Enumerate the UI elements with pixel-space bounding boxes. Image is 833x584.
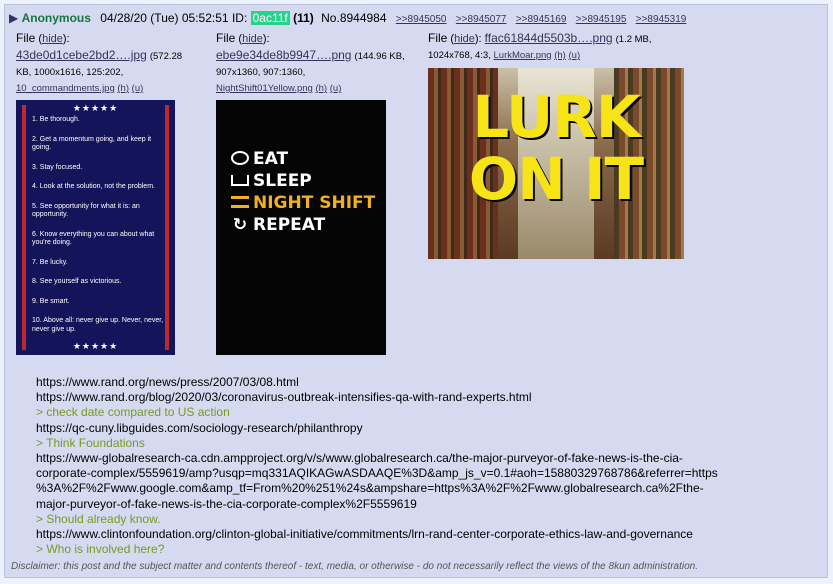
- post: ▶ Anonymous 04/28/20 (Tue) 05:52:51 ID: …: [4, 4, 828, 578]
- disclaimer: Disclaimer: this post and the subject ma…: [11, 561, 698, 572]
- file-size: (144.96 KB,: [354, 51, 405, 62]
- file-dimensions: 1024x768, 4:3,: [428, 50, 491, 61]
- backlink[interactable]: >>8945077: [456, 14, 507, 25]
- post-header: ▶ Anonymous 04/28/20 (Tue) 05:52:51 ID: …: [9, 11, 686, 25]
- line-repeat: REPEAT: [253, 215, 326, 235]
- body-line-link: https://www.rand.org/news/press/2007/03/…: [36, 375, 299, 389]
- greentext-line: > Should already know.: [36, 511, 161, 526]
- file-label: File: [216, 31, 236, 45]
- body-line-link: %3A%2F%2Fwww.google.com&amp_tf=From%20%2…: [36, 481, 704, 496]
- post-datetime: 04/28/20 (Tue) 05:52:51: [100, 11, 229, 25]
- body-line-link: major-purveyor-of-fake-news-is-the-cia-c…: [36, 496, 417, 511]
- post-menu-arrow-icon[interactable]: ▶: [9, 11, 18, 25]
- night-shift-text: EAT SLEEP NIGHT SHIFT ↻ REPEAT: [231, 148, 375, 236]
- poster-name: Anonymous: [21, 11, 91, 25]
- backlink[interactable]: >>8945319: [636, 14, 687, 25]
- u-link[interactable]: (u): [569, 50, 581, 61]
- file-label: File: [428, 31, 448, 45]
- thumbnail-night-shift[interactable]: EAT SLEEP NIGHT SHIFT ↻ REPEAT: [216, 100, 386, 355]
- post-number[interactable]: No.8944984: [321, 11, 386, 25]
- hide-link[interactable]: hide: [454, 33, 475, 45]
- commandment-item: 8. See yourself as victorious.: [32, 278, 122, 285]
- h-link[interactable]: (h): [117, 83, 129, 94]
- greentext-line: > Think Foundations: [36, 435, 145, 450]
- lurk-line: LURK: [472, 83, 641, 151]
- file-size: (572.28: [149, 51, 183, 62]
- commandment-item: 7. Be lucky.: [32, 258, 68, 266]
- original-filename-link[interactable]: NightShift01Yellow.png: [216, 83, 313, 94]
- backlink[interactable]: >>8945169: [516, 14, 567, 25]
- file-dimensions: 907x1360, 907:1360,: [216, 67, 306, 78]
- body-line-link: https://www.clintonfoundation.org/clinto…: [36, 527, 693, 542]
- line-eat: EAT: [253, 149, 289, 169]
- id-label: ID:: [231, 11, 248, 25]
- thumbnail-lurk-on-it[interactable]: LURK ON IT: [428, 68, 684, 259]
- commandment-item: 5. See opportunity for what it is: an op…: [32, 202, 140, 219]
- file-name-link[interactable]: ffac61844d5503b….png: [485, 31, 613, 45]
- thumbnail-10-commandments[interactable]: ★★★★★ ★★★★★ 1. Be thorough. 2. Get a mom…: [16, 100, 175, 355]
- original-filename-link[interactable]: 10_commandments.jpg: [16, 83, 115, 94]
- commandment-item: 6. Know everything you can about what yo…: [32, 230, 155, 247]
- greentext-line: > check date compared to US action: [36, 405, 230, 420]
- on-it-line: ON IT: [468, 145, 644, 213]
- h-link[interactable]: (h): [315, 83, 327, 94]
- commandment-item: 9. Be smart.: [32, 297, 70, 305]
- commandment-item: 3. Stay focused.: [32, 163, 83, 171]
- stars-bottom: ★★★★★: [72, 341, 119, 351]
- plate-icon: [231, 151, 249, 165]
- body-line-link: https://qc-cuny.libguides.com/sociology-…: [36, 420, 363, 435]
- poster-id[interactable]: 0ac11f: [250, 11, 290, 25]
- file-dimensions: KB, 1000x1616, 125:202,: [16, 67, 124, 78]
- backlink[interactable]: >>8945050: [396, 14, 447, 25]
- u-link[interactable]: (u): [132, 83, 144, 94]
- original-filename-link[interactable]: LurkMoar.png: [494, 50, 552, 61]
- hide-link[interactable]: hide: [42, 33, 63, 45]
- body-line-link: corporate-complex/5559619/amp?usqp=mq331…: [36, 466, 718, 481]
- file-size: (1.2 MB,: [615, 34, 652, 45]
- backlink[interactable]: >>8945195: [576, 14, 627, 25]
- commandment-item: 4. Look at the solution, not the problem…: [32, 183, 155, 190]
- greentext-line: > Who is involved here?: [36, 542, 165, 557]
- file-name-link[interactable]: 43de0d1cebe2bd2….jpg: [16, 48, 147, 62]
- h-link[interactable]: (h): [554, 50, 566, 61]
- line-night-shift: NIGHT SHIFT: [253, 193, 376, 213]
- bed-icon: [231, 175, 249, 186]
- u-link[interactable]: (u): [330, 83, 342, 94]
- file-name-link[interactable]: ebe9e34de8b9947….png: [216, 48, 351, 62]
- commandment-item: 2. Get a momentum going, and keep it goi…: [32, 135, 152, 152]
- repeat-icon: ↻: [232, 215, 248, 235]
- commandment-item: 10. Above all: never give up. Never, nev…: [32, 317, 164, 333]
- post-body: https://www.rand.org/news/press/2007/03/…: [36, 375, 796, 557]
- hide-link[interactable]: hide: [242, 33, 263, 45]
- commandment-item: 1. Be thorough.: [32, 116, 80, 123]
- file-info-3: File (hide): ffac61844d5503b….png (1.2 M…: [428, 31, 652, 61]
- commandments-list: 1. Be thorough. 2. Get a momentum going,…: [32, 116, 164, 334]
- file-label: File: [16, 31, 36, 45]
- stars-top: ★★★★★: [72, 103, 119, 113]
- line-sleep: SLEEP: [253, 171, 312, 191]
- file-info-2: File (hide): ebe9e34de8b9947….png (144.9…: [216, 30, 426, 97]
- sunrise-icon: [231, 196, 249, 208]
- file-info-1: File (hide): 43de0d1cebe2bd2….jpg (572.2…: [16, 30, 206, 97]
- id-post-count: (11): [293, 11, 314, 25]
- body-line-link: https://www-globalresearch-ca.cdn.amppro…: [36, 451, 683, 466]
- lurk-on-it-text: LURK ON IT: [428, 86, 684, 210]
- body-line-link: https://www.rand.org/blog/2020/03/corona…: [36, 390, 532, 405]
